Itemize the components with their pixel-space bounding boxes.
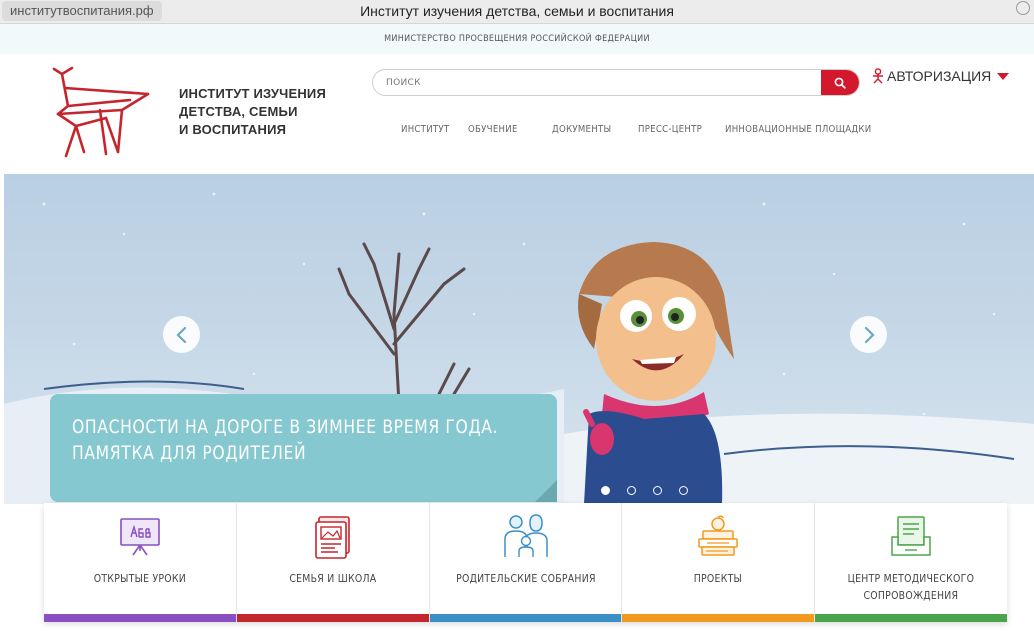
logo-text[interactable]: ИНСТИТУТ ИЗУЧЕНИЯ ДЕТСТВА, СЕМЬИ И ВОСПИ… [179,85,326,139]
slider-dots [601,486,688,495]
caption-corner-fold [535,480,557,502]
slide-caption[interactable]: ОПАСНОСТИ НА ДОРОГЕ В ЗИМНЕЕ ВРЕМЯ ГОДА.… [50,394,557,502]
nav-item-institute[interactable]: ИНСТИТУТ [401,124,459,135]
browser-top-bar: институтвоспитания.рф Институт изучения … [0,0,1034,24]
ministry-banner: МИНИСТЕРСТВО ПРОСВЕЩЕНИЯ РОССИЙСКОЙ ФЕДЕ… [0,24,1034,54]
search-icon [834,77,846,89]
tile-color-bar [44,614,236,622]
slider-dot-3[interactable] [653,486,662,495]
tile-label: РОДИТЕЛЬСКИЕ СОБРАНИЯ [455,572,596,585]
category-tiles: ОТКРЫТЫЕ УРОКИ СЕМЬЯ И ШКОЛА РОДИТЕЛЬСКИ… [44,503,1007,622]
tile-parent-meetings[interactable]: РОДИТЕЛЬСКИЕ СОБРАНИЯ [429,503,623,622]
slider-prev-button[interactable] [163,316,200,353]
chevron-right-icon [864,326,875,343]
tile-color-bar [622,614,815,622]
tile-label: СЕМЬЯ И ШКОЛА [289,572,377,585]
search-button[interactable] [821,70,859,95]
nav-item-press-center[interactable]: ПРЕСС-ЦЕНТР [638,124,713,135]
slide-caption-line-2: ПАМЯТКА ДЛЯ РОДИТЕЛЕЙ [72,442,307,464]
nav-item-innovation-sites[interactable]: ИННОВАЦИОННЫЕ ПЛОЩАДКИ [725,124,871,135]
document-tray-icon [891,516,931,556]
chair-logo-icon[interactable] [48,66,158,158]
logo-line-2: ДЕТСТВА, СЕМЬИ [179,104,298,119]
family-icon [504,514,549,557]
blackboard-icon [120,518,160,556]
slide-caption-line-1: ОПАСНОСТИ НА ДОРОГЕ В ЗИМНЕЕ ВРЕМЯ ГОДА. [72,416,499,438]
tile-open-lessons[interactable]: ОТКРЫТЫЕ УРОКИ [44,503,237,622]
tile-methodical-center[interactable]: ЦЕНТР МЕТОДИЧЕСКОГО СОПРОВОЖДЕНИЯ [815,503,1007,622]
slider-dot-2[interactable] [627,486,636,495]
tile-label: ПРОЕКТЫ [694,572,743,585]
browser-corner-icon[interactable] [1016,1,1030,15]
main-nav: ИНСТИТУТ ОБУЧЕНИЕ ДОКУМЕНТЫ ПРЕСС-ЦЕНТР … [401,124,895,135]
tile-family-school[interactable]: СЕМЬЯ И ШКОЛА [236,503,430,622]
auth-label: АВТОРИЗАЦИЯ [887,68,992,84]
person-icon [873,68,883,84]
books-apple-icon [698,515,739,556]
logo-line-1: ИНСТИТУТ ИЗУЧЕНИЯ [179,86,327,101]
slider-dot-1[interactable] [601,486,610,495]
auth-button[interactable]: АВТОРИЗАЦИЯ [872,68,1010,84]
chevron-down-icon [997,72,1010,80]
search-bar [372,69,860,96]
chevron-left-icon [175,326,186,343]
tile-label: ЦЕНТР МЕТОДИЧЕСКОГО СОПРОВОЖДЕНИЯ [847,572,975,602]
nav-item-education[interactable]: ОБУЧЕНИЕ [468,124,540,135]
tile-projects[interactable]: ПРОЕКТЫ [622,503,816,622]
tile-color-bar [429,614,622,622]
slider-next-button[interactable] [850,316,887,353]
hero-slider[interactable]: ОПАСНОСТИ НА ДОРОГЕ В ЗИМНЕЕ ВРЕМЯ ГОДА.… [4,174,1034,504]
browser-page-title: Институт изучения детства, семьи и воспи… [360,3,674,19]
search-input[interactable] [373,70,823,95]
tile-label: ОТКРЫТЫЕ УРОКИ [93,572,187,585]
nav-item-documents[interactable]: ДОКУМЕНТЫ [552,124,626,135]
newspaper-icon [314,516,350,559]
slider-dot-4[interactable] [679,486,688,495]
logo-line-3: И ВОСПИТАНИЯ [179,122,287,137]
tile-color-bar [236,614,429,622]
tile-color-bar [815,614,1007,622]
